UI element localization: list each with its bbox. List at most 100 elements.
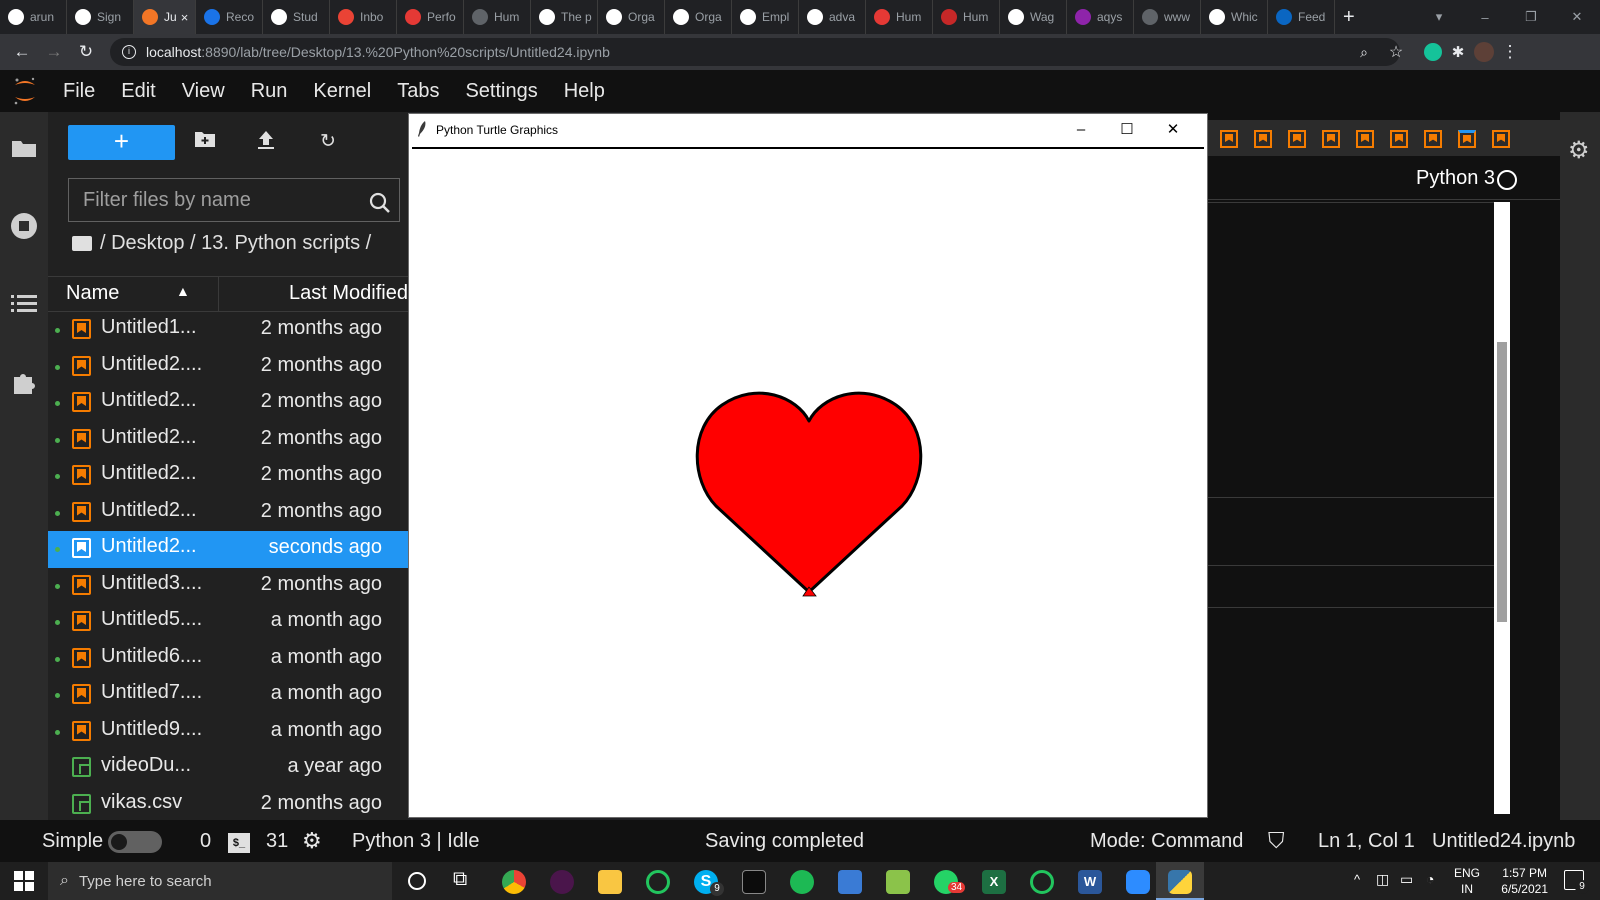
trusted-shield-icon[interactable]: ⛉	[1268, 828, 1285, 854]
notebook-tab-icon[interactable]	[1220, 130, 1238, 148]
simple-mode-toggle[interactable]	[108, 831, 162, 853]
kernel-name[interactable]: Python 3	[1416, 167, 1495, 190]
close-tab-icon[interactable]: ×	[181, 10, 189, 25]
kernel-status[interactable]: Python 3 | Idle	[352, 830, 480, 853]
loader-app-icon-2[interactable]	[1030, 870, 1054, 894]
kernel-chip-icon[interactable]: ⚙	[302, 828, 322, 854]
browser-tab[interactable]: Sign	[67, 0, 134, 34]
browser-tab[interactable]: Orga	[598, 0, 665, 34]
turtle-canvas[interactable]	[412, 147, 1204, 815]
notebook-tab-icon[interactable]	[1458, 130, 1476, 148]
table-of-contents-icon[interactable]	[10, 290, 38, 318]
menu-view[interactable]: View	[169, 80, 238, 103]
system-clock[interactable]: 1:57 PM 6/5/2021	[1501, 865, 1548, 897]
file-row[interactable]: Untitled7.... a month ago	[48, 677, 408, 714]
new-launcher-button[interactable]: +	[68, 125, 175, 160]
notebook-tab-icon[interactable]	[1424, 130, 1442, 148]
python-icon[interactable]	[1168, 870, 1192, 894]
file-row[interactable]: Untitled5.... a month ago	[48, 604, 408, 641]
browser-tab[interactable]: Hum	[866, 0, 933, 34]
address-bar[interactable]: i localhost:8890/lab/tree/Desktop/13.%20…	[110, 38, 1400, 66]
spotify-icon[interactable]	[790, 870, 814, 894]
taskbar-search-box[interactable]: ⌕ Type here to search	[48, 862, 392, 900]
file-row[interactable]: videoDu... a year ago	[48, 750, 408, 787]
browser-tab[interactable]: www	[1134, 0, 1201, 34]
file-row[interactable]: vikas.csv 2 months ago	[48, 787, 408, 824]
browser-tab[interactable]: Stud	[263, 0, 330, 34]
zoom-icon[interactable]: ⌕	[1348, 44, 1380, 61]
notebook-tab-icon[interactable]	[1288, 130, 1306, 148]
column-divider[interactable]	[218, 277, 219, 311]
browser-tab[interactable]: Reco	[196, 0, 263, 34]
slack-icon[interactable]	[550, 870, 574, 894]
notebook-tab-icon[interactable]	[1356, 130, 1374, 148]
column-name[interactable]: Name	[66, 282, 119, 305]
word-icon[interactable]: W	[1078, 870, 1102, 894]
window-restore-button[interactable]: ❐	[1508, 9, 1554, 25]
zoom-app-icon[interactable]	[1126, 870, 1150, 894]
browser-tab[interactable]: Wag	[1000, 0, 1067, 34]
window-minimize-button[interactable]: –	[1462, 10, 1508, 25]
menu-settings[interactable]: Settings	[452, 80, 550, 103]
notebook-tab-icon[interactable]	[1492, 130, 1510, 148]
running-sessions-icon[interactable]	[10, 212, 38, 240]
file-row[interactable]: Untitled6.... a month ago	[48, 641, 408, 678]
task-view-icon[interactable]: ⧉	[453, 868, 467, 891]
property-inspector-gear-icon[interactable]: ⚙	[1568, 136, 1590, 165]
menu-run[interactable]: Run	[238, 80, 301, 103]
terminal-app-icon[interactable]	[742, 870, 766, 894]
browser-tab[interactable]: adva	[799, 0, 866, 34]
filter-files-input[interactable]: Filter files by name	[68, 178, 400, 222]
reload-button[interactable]: ↻	[70, 42, 102, 62]
breadcrumb[interactable]: / Desktop / 13. Python scripts /	[72, 232, 371, 255]
browser-tab[interactable]: Ju ×	[134, 0, 196, 34]
extensions-icon[interactable]: ✱	[1442, 43, 1474, 61]
new-tab-button[interactable]: +	[1343, 6, 1355, 29]
column-last-modified[interactable]: Last Modified	[289, 282, 408, 305]
browser-tab[interactable]: The p	[531, 0, 598, 34]
menu-help[interactable]: Help	[551, 80, 618, 103]
browser-tab[interactable]: Hum	[464, 0, 531, 34]
browser-tab[interactable]: Perfo	[397, 0, 464, 34]
file-row[interactable]: Untitled2... 2 months ago	[48, 422, 408, 459]
loader-app-icon[interactable]	[646, 870, 670, 894]
notebook-scrollbar[interactable]	[1494, 202, 1510, 814]
file-row[interactable]: Untitled2... 2 months ago	[48, 458, 408, 495]
notebook-cell[interactable]	[1186, 565, 1506, 608]
close-button[interactable]: ✕	[1151, 118, 1195, 142]
site-info-icon[interactable]: i	[122, 45, 136, 59]
browser-menu-icon[interactable]: ⋮	[1494, 42, 1526, 62]
excel-icon[interactable]: X	[982, 870, 1006, 894]
menu-tabs[interactable]: Tabs	[384, 80, 452, 103]
sort-ascending-icon[interactable]: ▲	[176, 283, 190, 299]
browser-tab[interactable]: Feed	[1268, 0, 1335, 34]
meet-icon[interactable]: ◫	[1376, 871, 1389, 888]
chrome-icon[interactable]	[502, 870, 526, 894]
browser-tab[interactable]: Orga	[665, 0, 732, 34]
minimize-button[interactable]: –	[1059, 118, 1103, 142]
browser-tab[interactable]: Hum	[933, 0, 1000, 34]
terminals-count[interactable]: 0	[200, 830, 211, 853]
notebook-tab-icon[interactable]	[1254, 130, 1272, 148]
refresh-icon[interactable]: ↻	[316, 130, 340, 154]
cursor-position[interactable]: Ln 1, Col 1	[1318, 830, 1415, 853]
browser-tab[interactable]: Empl	[732, 0, 799, 34]
file-row[interactable]: Untitled9.... a month ago	[48, 714, 408, 751]
profile-avatar[interactable]	[1474, 42, 1494, 62]
menu-kernel[interactable]: Kernel	[300, 80, 384, 103]
file-row[interactable]: Untitled1... 2 months ago	[48, 312, 408, 349]
browser-tab[interactable]: Whic	[1201, 0, 1268, 34]
windows-start-icon[interactable]	[14, 871, 34, 891]
kernels-count[interactable]: 31	[266, 830, 288, 853]
calculator-icon[interactable]	[838, 870, 862, 894]
window-close-button[interactable]: ✕	[1554, 9, 1600, 25]
file-row[interactable]: Untitled2... seconds ago	[48, 531, 408, 568]
forward-button[interactable]: →	[38, 42, 70, 62]
grammarly-icon[interactable]	[1424, 43, 1442, 61]
notepad-icon[interactable]	[886, 870, 910, 894]
turtle-title-bar[interactable]: Python Turtle Graphics – ☐ ✕	[409, 114, 1207, 146]
folder-icon[interactable]	[10, 134, 38, 162]
file-row[interactable]: Untitled2... 2 months ago	[48, 495, 408, 532]
maximize-button[interactable]: ☐	[1105, 118, 1149, 142]
notebook-tab-icon[interactable]	[1322, 130, 1340, 148]
